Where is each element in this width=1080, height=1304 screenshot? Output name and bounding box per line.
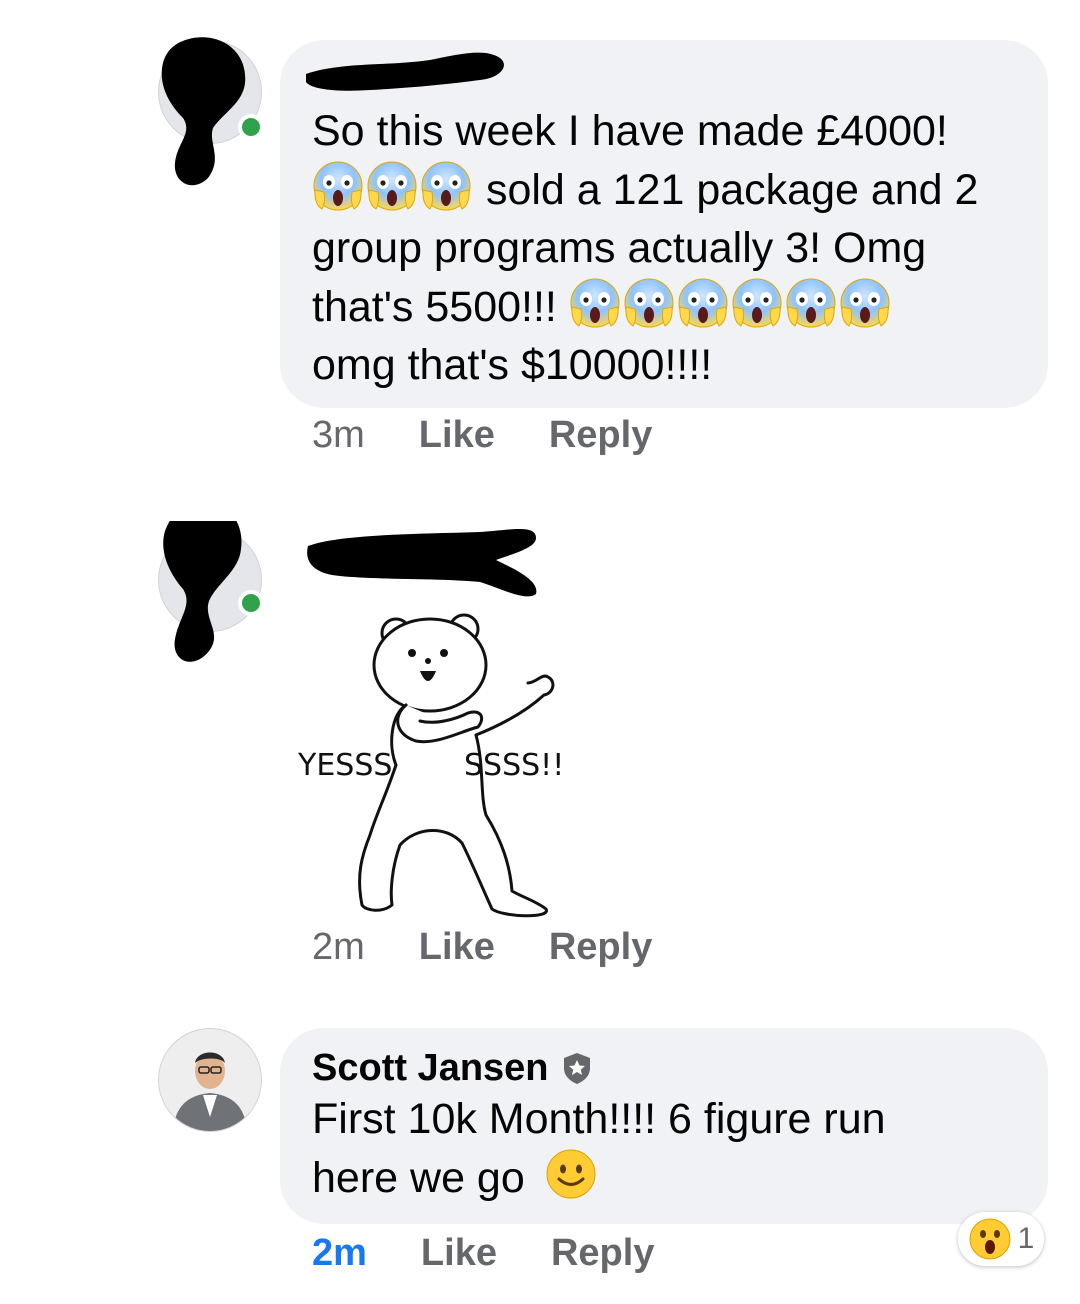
comment-author: Scott Jansen bbox=[312, 1046, 1016, 1090]
like-button[interactable]: Like bbox=[419, 926, 495, 969]
comment-text-line: omg that's $10000!!!! bbox=[312, 341, 713, 389]
dancing-bear-sticker[interactable]: YESSS SSSS!! bbox=[296, 605, 586, 925]
screaming-face-icon bbox=[421, 161, 471, 211]
screaming-face-icon bbox=[678, 278, 728, 328]
reply-button[interactable]: Reply bbox=[551, 1232, 654, 1275]
comment-text-line: First 10k Month!!!! 6 figure run bbox=[312, 1095, 886, 1143]
commenter-avatar[interactable] bbox=[158, 521, 262, 662]
screaming-face-icon bbox=[570, 278, 620, 328]
redaction-scribble-icon bbox=[161, 37, 246, 186]
screaming-face-icon bbox=[732, 278, 782, 328]
comment-text: First 10k Month!!!! 6 figure run here we… bbox=[312, 1090, 1016, 1207]
commenter-avatar[interactable] bbox=[158, 1028, 262, 1132]
comment-text-line: So this week I have made £4000! bbox=[312, 107, 948, 155]
top-fan-shield-icon[interactable] bbox=[559, 1050, 595, 1086]
slightly-smiling-face-icon bbox=[546, 1149, 596, 1199]
emoji-group bbox=[312, 161, 486, 214]
reply-button[interactable]: Reply bbox=[549, 926, 652, 969]
reaction-count: 1 bbox=[1017, 1222, 1035, 1255]
comment-actions: 2m Like Reply bbox=[312, 926, 652, 969]
comment-text-line: that's 5500!!! bbox=[312, 283, 557, 331]
wow-reaction-icon bbox=[969, 1218, 1011, 1260]
emoji-group bbox=[569, 278, 893, 331]
comment-timestamp[interactable]: 2m bbox=[312, 926, 365, 969]
screaming-face-icon bbox=[840, 278, 890, 328]
comment-bubble: Scott Jansen First 10k Month!!!! 6 figur… bbox=[280, 1028, 1048, 1224]
screaming-face-icon bbox=[786, 278, 836, 328]
screaming-face-icon bbox=[624, 278, 674, 328]
comment-text-line: here we go bbox=[312, 1154, 525, 1202]
online-status-dot bbox=[238, 590, 264, 616]
comment-timestamp[interactable]: 2m bbox=[312, 1232, 367, 1275]
name-redaction-scribble bbox=[306, 52, 504, 91]
like-button[interactable]: Like bbox=[419, 414, 495, 457]
sticker-text-left: YESSS bbox=[297, 748, 392, 783]
bear-sticker-image: YESSS SSSS!! bbox=[297, 613, 564, 918]
comment-text-line: sold a 121 package and 2 bbox=[485, 166, 979, 214]
like-button[interactable]: Like bbox=[421, 1232, 497, 1275]
name-redaction-scribble bbox=[307, 529, 537, 597]
screaming-face-icon bbox=[367, 161, 417, 211]
online-status-dot bbox=[238, 114, 264, 140]
comment-actions: 2m Like Reply bbox=[312, 1232, 654, 1275]
comment-text: So this week I have made £4000! sold a 1… bbox=[312, 102, 1016, 394]
reply-button[interactable]: Reply bbox=[549, 414, 652, 457]
reaction-summary[interactable]: 1 bbox=[958, 1212, 1044, 1266]
sticker-text-right: SSSS!! bbox=[464, 748, 564, 783]
author-name[interactable]: Scott Jansen bbox=[312, 1046, 549, 1090]
comment-timestamp[interactable]: 3m bbox=[312, 414, 365, 457]
profile-photo bbox=[159, 1029, 261, 1131]
screaming-face-icon bbox=[313, 161, 363, 211]
comment-text-line: group programs actually 3! Omg bbox=[312, 224, 927, 272]
comment-actions: 3m Like Reply bbox=[312, 414, 652, 457]
